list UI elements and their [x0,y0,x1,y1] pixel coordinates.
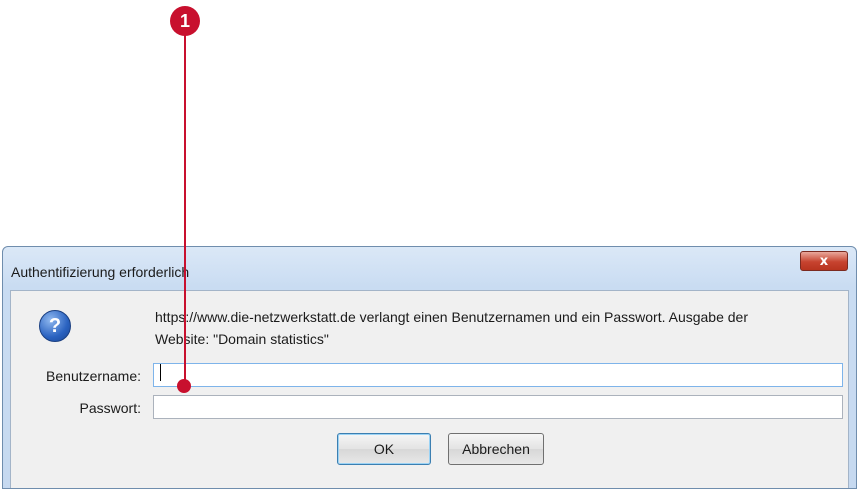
callout-marker-1: 1 [170,6,200,36]
dialog-title: Authentifizierung erforderlich [11,264,190,280]
auth-message: https://www.die-netzwerkstatt.de verlang… [155,306,845,350]
username-label: Benutzername: [46,368,141,384]
password-label: Passwort: [79,400,141,416]
close-button[interactable]: x [800,251,848,271]
callout-line [184,34,186,384]
message-line-2: Website: "Domain statistics" [155,331,329,347]
message-line-1: https://www.die-netzwerkstatt.de verlang… [155,309,749,325]
text-caret [160,364,161,381]
callout-dot [177,379,191,393]
close-icon: x [819,253,829,269]
question-icon: ? [39,310,71,342]
title-bar[interactable]: Authentifizierung erforderlich x [3,247,856,291]
callout-number: 1 [179,10,190,31]
password-input[interactable] [153,395,843,419]
auth-dialog: Authentifizierung erforderlich x ? https… [2,246,857,489]
dialog-body: ? https://www.die-netzwerkstatt.de verla… [10,290,849,488]
ok-button[interactable]: OK [337,433,431,465]
username-input[interactable] [153,363,843,387]
cancel-button[interactable]: Abbrechen [448,433,544,465]
